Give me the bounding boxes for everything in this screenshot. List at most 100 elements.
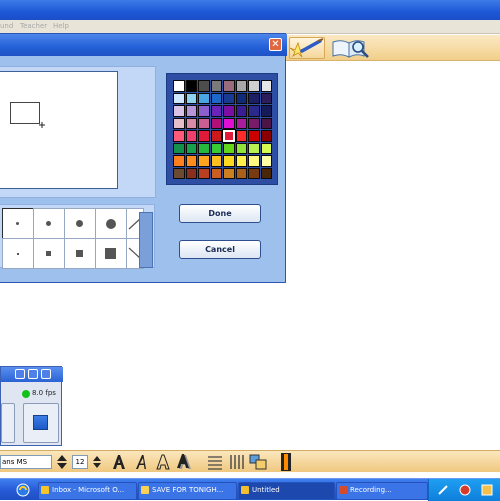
color-swatch[interactable] xyxy=(260,142,272,154)
color-swatch[interactable] xyxy=(260,130,272,142)
color-swatch[interactable] xyxy=(210,80,222,92)
color-swatch[interactable] xyxy=(235,155,247,167)
recorder-maximize-icon[interactable] xyxy=(41,369,51,379)
shadow-a-icon[interactable] xyxy=(176,454,192,470)
start-button-fragment[interactable] xyxy=(0,482,12,498)
recorder-left-button[interactable] xyxy=(1,403,15,443)
menu-item-help[interactable]: Help xyxy=(53,22,69,30)
text-color-icon[interactable] xyxy=(281,453,291,471)
color-swatch[interactable] xyxy=(248,155,260,167)
color-swatch[interactable] xyxy=(173,92,185,104)
font-size-field[interactable]: 12 xyxy=(72,455,88,469)
color-swatch[interactable] xyxy=(210,142,222,154)
recorder-restore-icon[interactable] xyxy=(28,369,38,379)
color-swatch[interactable] xyxy=(248,105,260,117)
color-swatch[interactable] xyxy=(198,155,210,167)
taskbar-item-untitled[interactable]: Untitled xyxy=(238,482,335,500)
columns-icon[interactable] xyxy=(229,454,245,470)
color-swatch[interactable] xyxy=(260,105,272,117)
color-swatch[interactable] xyxy=(210,117,222,129)
color-swatch[interactable] xyxy=(223,80,235,92)
color-swatch[interactable] xyxy=(173,155,185,167)
font-name-field[interactable]: ans MS xyxy=(0,455,52,469)
color-swatch[interactable] xyxy=(260,167,272,179)
recorder-stop-button[interactable] xyxy=(23,403,59,443)
font-size-stepper[interactable] xyxy=(56,454,68,470)
taskbar-item-save-for-tonight[interactable]: SAVE FOR TONIGH... xyxy=(138,482,237,500)
color-swatch[interactable] xyxy=(210,92,222,104)
color-swatch[interactable] xyxy=(198,92,210,104)
color-swatch[interactable] xyxy=(248,92,260,104)
color-swatch[interactable] xyxy=(185,117,197,129)
color-swatch[interactable] xyxy=(185,130,197,142)
color-swatch[interactable] xyxy=(260,80,272,92)
color-swatch[interactable] xyxy=(210,130,222,142)
color-swatch[interactable] xyxy=(222,129,236,143)
brush-size-3-square[interactable] xyxy=(64,238,96,269)
color-swatch[interactable] xyxy=(235,142,247,154)
brush-grid-scrollbar[interactable] xyxy=(139,212,153,268)
color-swatch[interactable] xyxy=(248,130,260,142)
menu-item-sound[interactable]: und xyxy=(0,22,13,30)
color-swatch[interactable] xyxy=(235,117,247,129)
color-swatch[interactable] xyxy=(223,155,235,167)
color-swatch[interactable] xyxy=(248,142,260,154)
color-swatch[interactable] xyxy=(235,80,247,92)
color-swatch[interactable] xyxy=(210,167,222,179)
color-swatch[interactable] xyxy=(198,117,210,129)
color-swatch[interactable] xyxy=(235,105,247,117)
cancel-button[interactable]: Cancel xyxy=(179,240,261,259)
color-swatch[interactable] xyxy=(260,117,272,129)
recorder-minimize-icon[interactable] xyxy=(15,369,25,379)
color-swatch[interactable] xyxy=(235,92,247,104)
color-swatch[interactable] xyxy=(223,92,235,104)
color-swatch[interactable] xyxy=(185,142,197,154)
taskbar-item-recording[interactable]: Recording... xyxy=(336,482,428,500)
color-swatch[interactable] xyxy=(223,167,235,179)
brush-size-3-dot[interactable] xyxy=(64,208,96,239)
brush-size-2-dot[interactable] xyxy=(33,208,65,239)
line-spacing-icon[interactable] xyxy=(207,454,223,470)
color-swatch[interactable] xyxy=(210,155,222,167)
color-swatch[interactable] xyxy=(223,105,235,117)
italic-a-icon[interactable] xyxy=(135,454,147,470)
menu-item-teacher[interactable]: Teacher xyxy=(20,22,47,30)
brush-size-1-square[interactable] xyxy=(2,238,34,269)
color-swatch[interactable] xyxy=(223,142,235,154)
color-swatch[interactable] xyxy=(223,117,235,129)
magic-brush-button[interactable] xyxy=(289,37,325,59)
bold-a-icon[interactable] xyxy=(112,454,126,470)
color-swatch[interactable] xyxy=(185,155,197,167)
taskbar-item-inbox[interactable]: Inbox - Microsoft O... xyxy=(38,482,137,500)
color-swatch[interactable] xyxy=(260,155,272,167)
recording-tray-icon[interactable] xyxy=(459,484,471,496)
brush-size-1-dot[interactable] xyxy=(2,208,34,239)
color-swatch[interactable] xyxy=(248,117,260,129)
color-swatch[interactable] xyxy=(173,130,185,142)
color-swatch[interactable] xyxy=(198,105,210,117)
font-size-arrow-button[interactable] xyxy=(92,454,102,470)
color-swatch[interactable] xyxy=(173,142,185,154)
pen-tray-icon[interactable] xyxy=(437,484,449,496)
color-swatch[interactable] xyxy=(173,167,185,179)
quick-launch-icon[interactable] xyxy=(16,483,30,497)
brush-size-4-dot[interactable] xyxy=(95,208,127,239)
color-swatch[interactable] xyxy=(173,80,185,92)
color-swatch[interactable] xyxy=(260,92,272,104)
outline-a-icon[interactable] xyxy=(156,454,170,470)
color-swatch[interactable] xyxy=(198,80,210,92)
color-swatch[interactable] xyxy=(185,92,197,104)
done-button[interactable]: Done xyxy=(179,204,261,223)
image-text-icon[interactable] xyxy=(249,454,267,470)
color-swatch[interactable] xyxy=(185,167,197,179)
color-swatch[interactable] xyxy=(210,105,222,117)
color-swatch[interactable] xyxy=(185,80,197,92)
color-swatch[interactable] xyxy=(173,117,185,129)
color-swatch[interactable] xyxy=(248,167,260,179)
color-swatch[interactable] xyxy=(198,130,210,142)
color-swatch[interactable] xyxy=(198,167,210,179)
color-swatch[interactable] xyxy=(235,130,247,142)
book-search-button[interactable] xyxy=(331,37,371,59)
brush-size-2-square[interactable] xyxy=(33,238,65,269)
color-swatch[interactable] xyxy=(185,105,197,117)
